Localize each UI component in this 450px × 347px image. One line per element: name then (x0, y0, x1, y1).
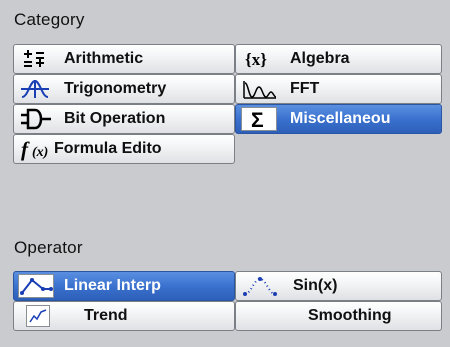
svg-text:Σ: Σ (251, 109, 264, 130)
sigma-icon: Σ (241, 107, 277, 131)
operator-sin-x-label: Sin(x) (293, 277, 338, 294)
category-fft-button[interactable]: FFT (235, 74, 442, 104)
category-miscellaneous-button[interactable]: Σ Miscellaneou (235, 104, 442, 134)
category-trigonometry-button[interactable]: Trigonometry (13, 74, 235, 104)
category-arithmetic-label: Arithmetic (64, 50, 144, 67)
sine-wave-icon (20, 77, 50, 101)
svg-text:{x}: {x} (245, 50, 267, 69)
category-formula-editor-label: Formula Edito (54, 140, 162, 157)
category-heading: Category (14, 10, 85, 29)
operator-linear-interp-button[interactable]: Linear Interp (13, 271, 235, 301)
svg-text:(x): (x) (32, 145, 48, 160)
operator-trend-button[interactable]: Trend (13, 301, 235, 331)
operator-heading: Operator (14, 238, 83, 257)
category-arithmetic-button[interactable]: Arithmetic (13, 44, 235, 74)
category-miscellaneous-label: Miscellaneou (290, 110, 391, 127)
category-algebra-label: Algebra (290, 50, 350, 67)
plus-minus-arithmetic-icon (22, 47, 48, 71)
operator-sin-x-button[interactable]: Sin(x) (235, 271, 442, 301)
curly-x-algebra-icon: {x} (244, 47, 276, 71)
operator-smoothing-label: Smoothing (308, 307, 392, 324)
logic-gate-icon (20, 107, 52, 131)
fft-spectrum-icon (242, 77, 278, 101)
operator-trend-label: Trend (84, 307, 128, 324)
category-bit-operation-label: Bit Operation (64, 110, 166, 127)
function-f-icon: f (x) (20, 137, 52, 161)
category-fft-label: FFT (290, 80, 320, 97)
category-trigonometry-label: Trigonometry (64, 80, 167, 97)
category-formula-editor-button[interactable]: f (x) Formula Edito (13, 134, 235, 164)
svg-text:f: f (21, 137, 30, 161)
category-algebra-button[interactable]: {x} Algebra (235, 44, 442, 74)
smoothing-blank-icon (242, 304, 278, 328)
trend-chart-icon (26, 305, 50, 327)
operator-linear-interp-label: Linear Interp (64, 277, 161, 294)
sin-x-curve-icon (242, 274, 278, 298)
linear-interp-curve-icon (18, 274, 54, 298)
operator-smoothing-button[interactable]: Smoothing (235, 301, 442, 331)
category-bit-operation-button[interactable]: Bit Operation (13, 104, 235, 134)
